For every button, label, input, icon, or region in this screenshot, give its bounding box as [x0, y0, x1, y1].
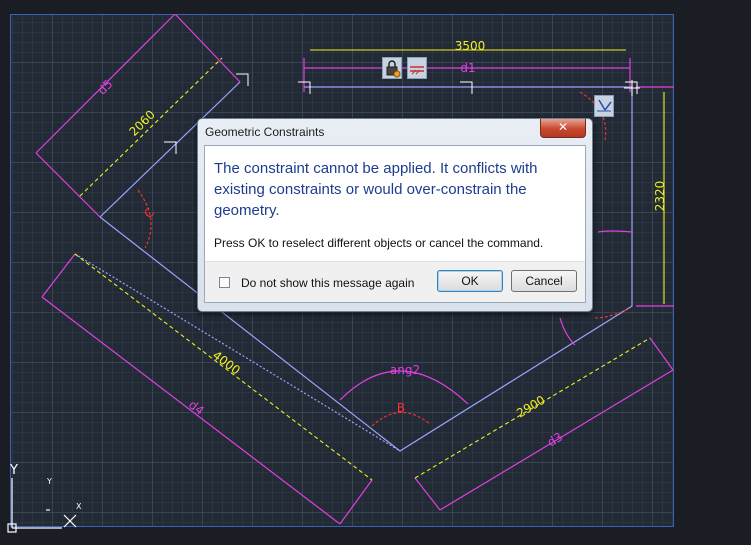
- dim-upper-left-value: 2060: [126, 107, 157, 138]
- parallel-constraint-icon[interactable]: [407, 57, 427, 79]
- dim-right-value: 2320: [653, 181, 667, 212]
- dim-lower-left-name: d4: [186, 398, 207, 418]
- dim-lower-right-value: 2900: [514, 393, 547, 421]
- close-button[interactable]: ✕: [540, 119, 586, 138]
- ucs-y-label: Y: [9, 463, 18, 478]
- dim-lower-left-value: 4000: [210, 348, 243, 378]
- geometric-constraints-dialog: Geometric Constraints ✕ The constraint c…: [197, 118, 593, 312]
- dialog-title: Geometric Constraints: [205, 125, 325, 139]
- dim-top-name: d1: [460, 61, 475, 75]
- dim-top-value: 3500: [455, 39, 486, 53]
- sub-message: Press OK to reselect different objects o…: [214, 236, 544, 250]
- lock-icon[interactable]: [382, 57, 402, 79]
- angle-left-label: C: [141, 205, 157, 221]
- dim-upper-left-name: d5: [95, 77, 116, 98]
- dialog-body: The constraint cannot be applied. It con…: [204, 145, 586, 303]
- perpendicular-constraint-icon[interactable]: [594, 95, 614, 117]
- ucs-small-y-label: Y: [46, 477, 52, 486]
- dialog-footer: Do not show this message again OK Cancel: [205, 261, 585, 302]
- dont-show-again-label[interactable]: Do not show this message again: [241, 276, 414, 290]
- main-message: The constraint cannot be applied. It con…: [214, 160, 538, 219]
- angle-center-name: ang2: [390, 363, 420, 377]
- dim-lower-right-name: d3: [545, 430, 565, 450]
- dont-show-again-checkbox[interactable]: [219, 277, 230, 288]
- angle-center-label: B: [397, 401, 405, 415]
- close-icon: ✕: [557, 120, 569, 134]
- ucs-small-x-label: X: [76, 502, 82, 511]
- ucs-icon: Y Y X: [7, 463, 82, 533]
- cancel-button[interactable]: Cancel: [511, 270, 577, 292]
- ok-button[interactable]: OK: [437, 270, 503, 292]
